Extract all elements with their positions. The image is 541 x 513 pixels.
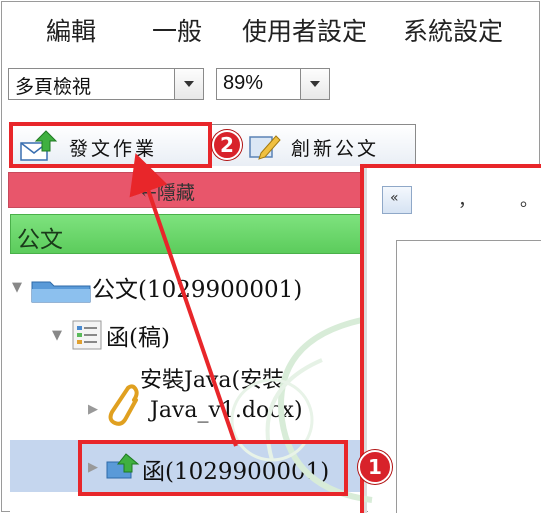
step-badge-1: 1	[358, 450, 392, 484]
app-window: 編輯 一般 使用者設定 系統設定 多頁檢視 89% 發文作業 創新公文 ←隱藏 …	[0, 0, 541, 513]
annotation-arrow	[129, 153, 238, 447]
step-badge-2: 2	[212, 130, 242, 160]
